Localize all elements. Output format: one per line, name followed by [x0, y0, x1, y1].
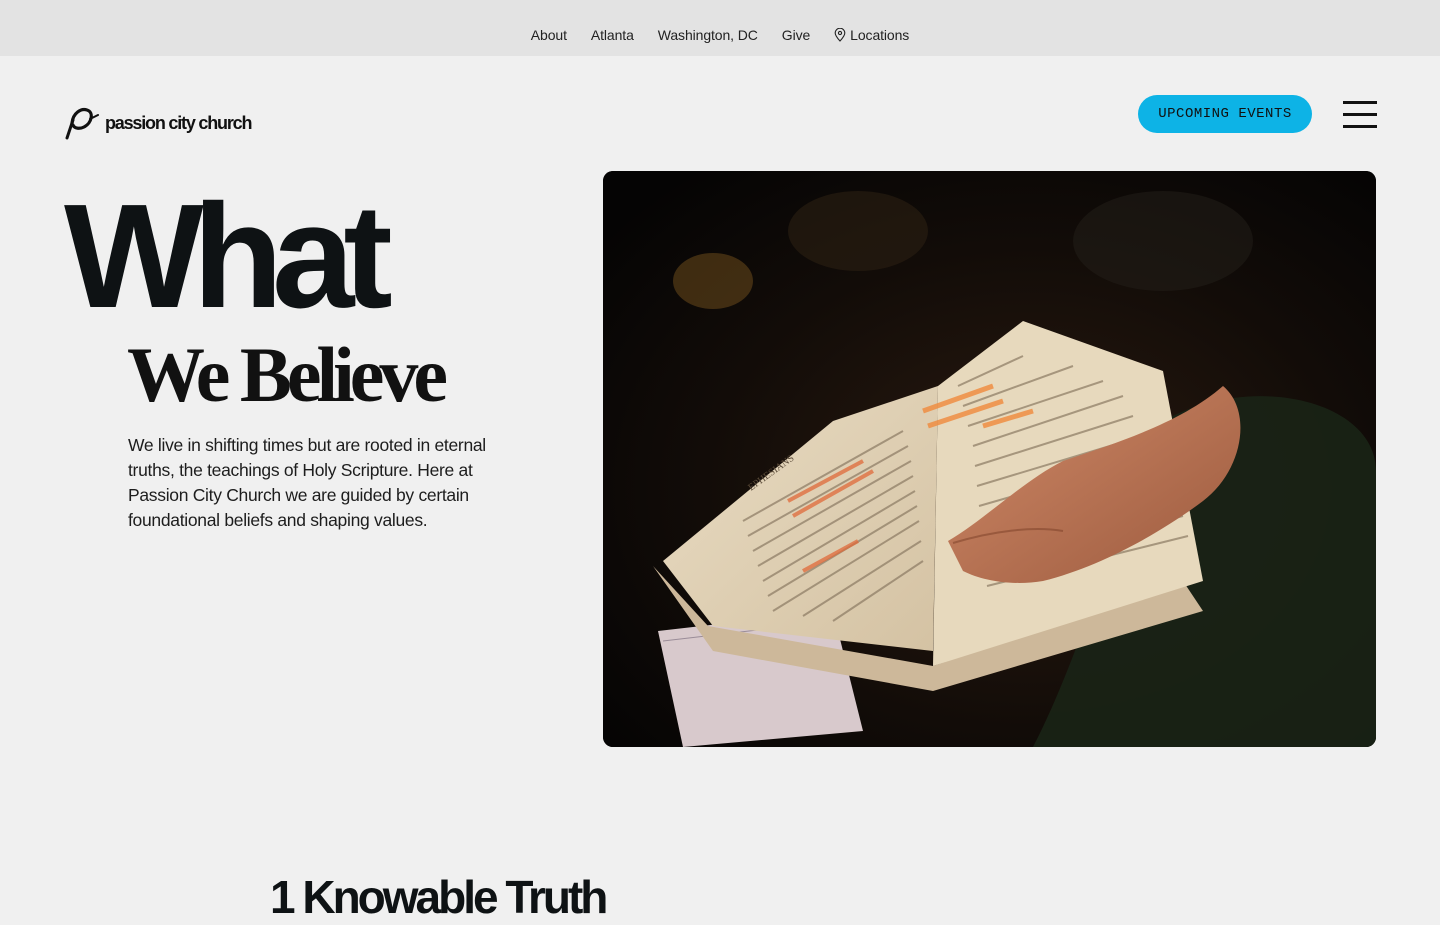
- nav-about[interactable]: About: [531, 27, 567, 43]
- nav-atlanta[interactable]: Atlanta: [591, 27, 634, 43]
- nav-give[interactable]: Give: [782, 27, 810, 43]
- hero-bible-photo: EPHESIANS: [603, 171, 1376, 747]
- logo-text: passion city church: [105, 112, 252, 133]
- section-title-knowable-truth: 1 Knowable Truth: [270, 871, 608, 923]
- top-nav: About Atlanta Washington, DC Give Locati…: [0, 0, 1440, 56]
- hero-title-what: What: [64, 174, 393, 339]
- hero-title-we-believe: We Believe: [127, 331, 448, 418]
- map-pin-icon: [834, 28, 846, 42]
- hamburger-menu-icon[interactable]: [1343, 99, 1377, 129]
- upcoming-events-button[interactable]: UPCOMING EVENTS: [1138, 95, 1312, 133]
- nav-washington-dc[interactable]: Washington, DC: [658, 27, 758, 43]
- hero-description: We live in shifting times but are rooted…: [128, 435, 486, 530]
- site-logo[interactable]: passion city church: [63, 106, 252, 140]
- passion-logo-icon: [65, 107, 99, 140]
- nav-locations-label: Locations: [850, 27, 910, 43]
- nav-locations[interactable]: Locations: [834, 27, 909, 43]
